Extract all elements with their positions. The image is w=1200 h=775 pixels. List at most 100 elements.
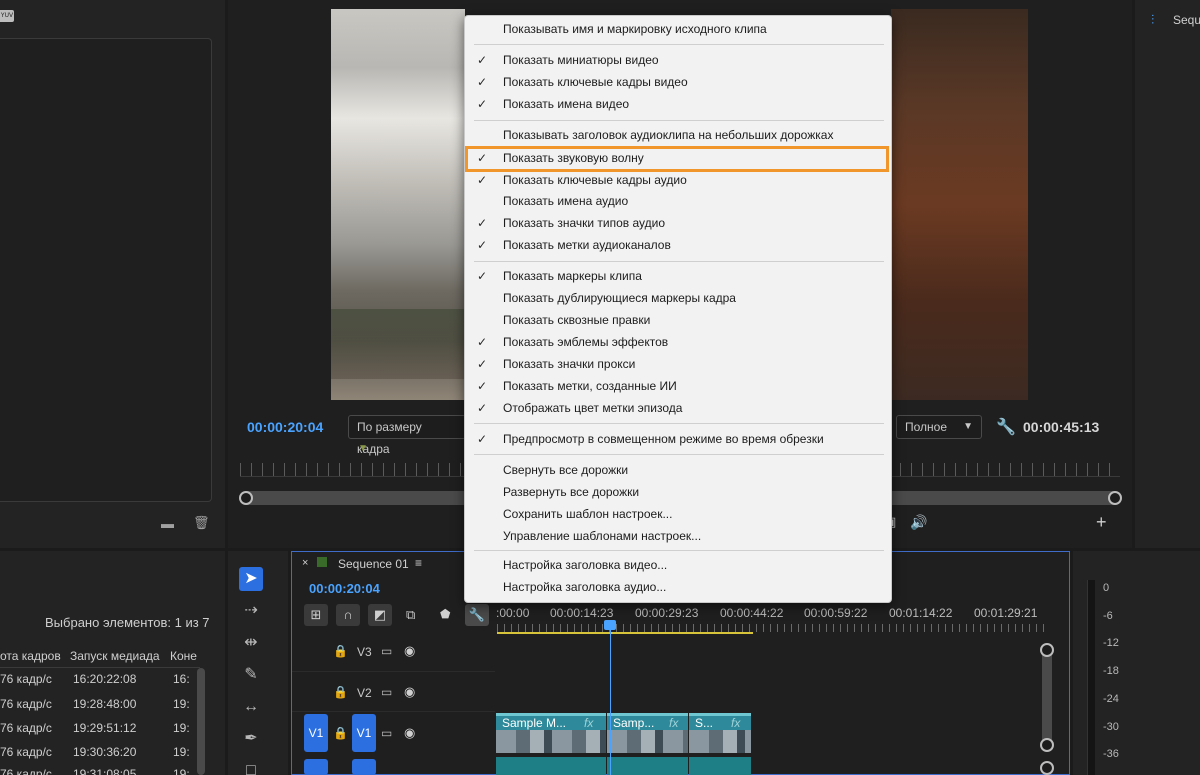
ripple-edit-tool[interactable]: ⇹ [239,631,263,655]
program-scroll-end-handle[interactable] [1108,491,1122,505]
column-header-end[interactable]: Коне [170,649,197,663]
lock-icon[interactable]: 🔒 [333,726,348,740]
pen-tool[interactable]: ✒ [239,727,263,751]
cell-frame-rate: 76 кадр/с [0,721,52,735]
program-scroll-start-handle[interactable] [239,491,253,505]
track-select-tool[interactable]: ⇢ [239,599,263,623]
trash-icon[interactable]: 🗑 [193,516,210,530]
track-target-v1[interactable]: V1 [352,714,376,752]
menu-item-label: Управление шаблонами настроек... [503,529,702,543]
selection-tool[interactable]: ➤ [239,567,263,591]
menu-item-label: Отображать цвет метки эпизода [503,401,683,415]
wrench-icon[interactable]: 🔧 [996,417,1016,437]
video-clip[interactable]: S... fx [689,713,751,753]
rectangle-tool[interactable]: □ [239,759,263,775]
audio-clip[interactable] [607,757,688,775]
fit-dropdown[interactable]: По размеру кадра [348,415,466,456]
timeline-vertical-scrollbar[interactable] [1042,650,1052,745]
column-header-media-start[interactable]: Запуск медиада [70,649,160,663]
menu-item-label: Показывать имя и маркировку исходного кл… [503,22,767,36]
meter-label: -12 [1103,637,1119,649]
menu-item-label: Показать метки аудиоканалов [503,238,671,252]
track-row-v3 [292,632,495,672]
timeline-timecode[interactable]: 00:00:20:04 [309,581,380,596]
cell-media-start: 19:29:51:12 [73,721,137,735]
add-edit-icon[interactable]: ⧉ [406,607,415,623]
right-panel [1135,0,1200,548]
clip-title: Sample M... [502,716,567,730]
audio-track-a1-target[interactable] [304,759,328,775]
menu-item-label: Показать дублирующиеся маркеры кадра [503,291,736,305]
cell-media-start: 19:30:36:20 [73,745,137,759]
ruler-label-2: 00:00:29:23 [635,606,699,620]
sync-lock-icon[interactable]: ▭ [381,685,392,699]
menu-item-label: Предпросмотр в совмещенном режиме во вре… [503,432,824,446]
eye-icon[interactable]: ◉ [404,684,415,700]
volume-icon[interactable]: 🔊 [910,514,927,531]
razor-tool[interactable]: ✎ [239,663,263,687]
audio-track-a1-source[interactable] [352,759,376,775]
close-icon[interactable]: × [302,557,308,569]
checkmark-icon: ✓ [477,238,488,252]
linked-selection-button[interactable]: ◩ [368,604,392,626]
eye-icon[interactable]: ◉ [404,725,415,741]
cell-end: 19: [173,745,190,759]
work-area-bar[interactable] [497,632,753,634]
menu-separator [474,261,884,262]
column-header-frame-rate[interactable]: ота кадров [0,649,61,663]
audio-clip[interactable] [496,757,606,775]
menu-separator [474,120,884,121]
sequence-tab-title[interactable]: Sequence 01 [338,557,409,571]
fx-badge: fx [584,716,594,730]
timeline-ruler-ticks[interactable] [497,624,1047,632]
audio-clip[interactable] [689,757,751,775]
ruler-label-0: :00:00 [496,606,530,620]
nest-sequence-button[interactable]: ⊞ [304,604,328,626]
timeline-settings-menu: Показывать имя и маркировку исходного кл… [464,15,892,603]
eye-icon[interactable]: ◉ [404,643,415,659]
panel-menu-icon[interactable]: ≡ [415,556,422,570]
cell-frame-rate: 76 кадр/с [0,745,52,759]
slip-tool[interactable]: ↔ [239,695,263,719]
fx-badge: fx [731,716,741,730]
program-current-timecode[interactable]: 00:00:20:04 [247,419,323,435]
audio-meter-bar [1087,580,1095,775]
sync-lock-icon[interactable]: ▭ [381,644,392,658]
menu-item-label: Показать эмблемы эффектов [503,335,669,349]
plus-icon[interactable]: + [1096,512,1107,533]
ruler-label-6: 00:01:29:21 [974,606,1038,620]
menu-item-label: Показать имена аудио [503,194,629,208]
video-clip[interactable]: Samp... fx [607,713,688,753]
menu-item-label: Настройка заголовка аудио... [503,580,667,594]
clip-thumbnails [689,730,751,753]
timeline-scroll-bottom-handle[interactable] [1040,738,1054,752]
quality-dropdown[interactable]: Полное ▼ [896,415,982,439]
menu-item-label: Показать ключевые кадры аудио [503,173,687,187]
playhead-line[interactable] [610,625,611,775]
lock-icon[interactable]: 🔒 [333,685,348,699]
meter-label: -6 [1103,610,1113,622]
source-patch-v1[interactable]: V1 [304,714,328,752]
clip-thumbnails [607,730,688,753]
lock-icon[interactable]: 🔒 [333,644,348,658]
folder-icon[interactable]: ▬ [161,517,174,531]
menu-item-label: Настройка заголовка видео... [503,558,668,572]
checkmark-icon: ✓ [477,432,488,446]
timeline-audio-scroll-handle[interactable] [1040,761,1054,775]
cell-media-start: 16:20:22:08 [73,672,137,686]
menu-separator [474,550,884,551]
clip-title: Samp... [613,716,655,730]
sync-lock-icon[interactable]: ▭ [381,726,392,740]
video-clip[interactable]: Sample M... fx [496,713,606,753]
video-left-region [331,9,465,400]
timeline-scroll-top-handle[interactable] [1040,643,1054,657]
add-marker-icon[interactable]: ⬟ [440,607,450,621]
clip-title: S... [695,716,714,730]
playhead-handle[interactable] [604,620,616,630]
highlight-show-audio-waveform [465,146,889,172]
snap-button[interactable]: ∩ [336,604,360,626]
cell-media-start: 19:31:08:05 [73,767,137,775]
timeline-settings-wrench-button[interactable]: 🔧 [465,604,489,626]
list-scrollbar[interactable] [197,668,205,775]
right-panel-title[interactable]: Sequ [1173,13,1200,27]
